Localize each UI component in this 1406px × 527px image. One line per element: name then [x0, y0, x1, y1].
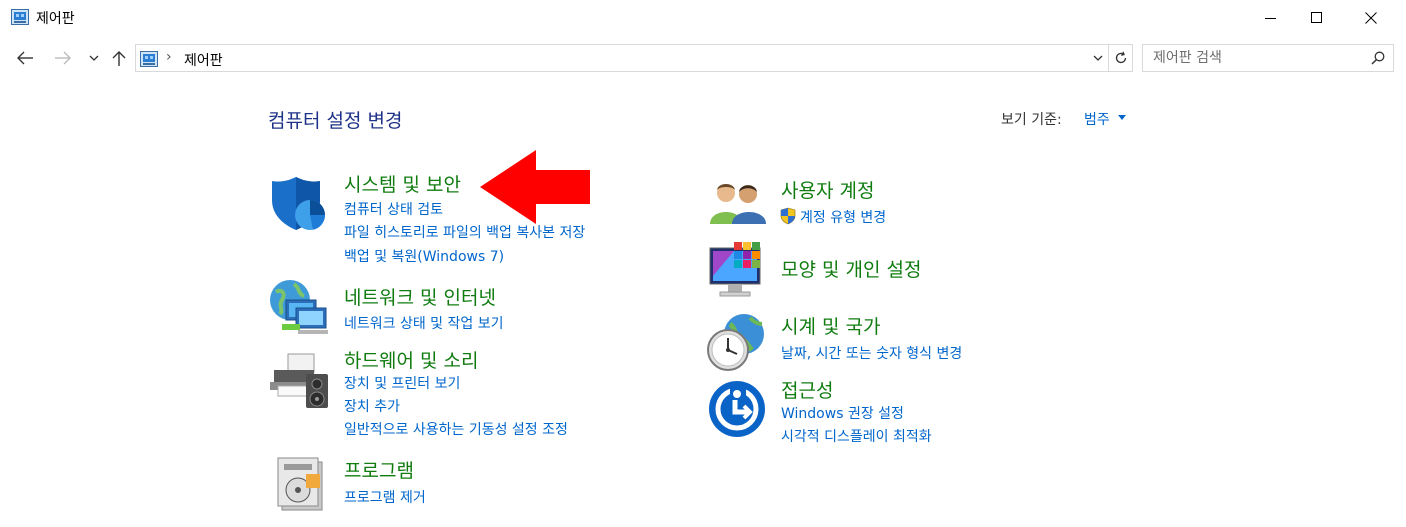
users-icon[interactable] [708, 178, 768, 226]
uac-shield-icon [780, 207, 796, 225]
category-title-system-security[interactable]: 시스템 및 보안 [344, 170, 461, 197]
network-icon[interactable] [268, 278, 330, 336]
breadcrumb-control-panel[interactable]: 제어판 [184, 50, 223, 70]
caret-down-icon[interactable] [1118, 115, 1126, 120]
search-icon[interactable] [1371, 51, 1385, 65]
refresh-icon [1115, 51, 1126, 64]
category-title-user-accounts[interactable]: 사용자 계정 [781, 176, 874, 203]
search-box[interactable] [1142, 44, 1394, 72]
display-icon[interactable] [708, 240, 768, 300]
maximize-icon [1311, 12, 1322, 23]
back-arrow-icon [17, 51, 33, 65]
maximize-button[interactable] [1294, 0, 1340, 36]
link-review-computer-status[interactable]: 컴퓨터 상태 검토 [344, 199, 443, 219]
search-input[interactable] [1143, 45, 1363, 71]
link-date-time-number-format[interactable]: 날짜, 시간 또는 숫자 형식 변경 [781, 343, 962, 363]
address-bar[interactable]: › 제어판 [135, 44, 1133, 72]
category-title-clock-region[interactable]: 시계 및 국가 [781, 312, 880, 339]
minimize-button[interactable] [1248, 0, 1294, 36]
link-optimize-visual-display[interactable]: 시각적 디스플레이 최적화 [781, 426, 932, 446]
title-bar: 제어판 [0, 0, 1406, 36]
printer-icon[interactable] [268, 352, 330, 410]
category-title-appearance-personalization[interactable]: 모양 및 개인 설정 [781, 255, 921, 282]
breadcrumb-separator-icon[interactable]: › [166, 49, 172, 65]
up-arrow-icon [112, 51, 126, 66]
link-mobility-settings[interactable]: 일반적으로 사용하는 기동성 설정 조정 [344, 419, 568, 439]
control-panel-icon [11, 9, 29, 25]
navigation-bar: › 제어판 [0, 42, 1406, 74]
link-change-account-type[interactable]: 계정 유형 변경 [800, 207, 886, 227]
link-add-device[interactable]: 장치 추가 [344, 396, 400, 416]
recent-locations-button[interactable] [86, 42, 102, 74]
category-title-hardware-sound[interactable]: 하드웨어 및 소리 [344, 346, 478, 373]
view-by-dropdown[interactable]: 범주 [1084, 109, 1110, 129]
chevron-down-icon [89, 55, 99, 61]
clock-globe-icon[interactable] [706, 312, 768, 372]
close-icon [1365, 12, 1377, 24]
red-arrow-icon [480, 150, 590, 224]
view-by-label: 보기 기준: [1001, 112, 1062, 128]
link-windows-recommended-settings[interactable]: Windows 권장 설정 [781, 403, 904, 423]
back-button[interactable] [12, 42, 38, 74]
category-title-programs[interactable]: 프로그램 [344, 456, 414, 483]
shield-icon[interactable] [270, 174, 330, 232]
chevron-down-icon [1093, 55, 1103, 61]
category-title-ease-of-access[interactable]: 접근성 [781, 376, 833, 403]
programs-icon[interactable] [274, 456, 328, 512]
forward-arrow-icon [55, 51, 71, 65]
minimize-icon [1265, 18, 1276, 19]
category-title-network-internet[interactable]: 네트워크 및 인터넷 [344, 283, 496, 310]
address-dropdown-button[interactable] [1088, 45, 1108, 71]
forward-button[interactable] [50, 42, 76, 74]
page-title: 컴퓨터 설정 변경 [268, 110, 403, 132]
close-button[interactable] [1348, 0, 1394, 36]
window-title: 제어판 [36, 11, 75, 27]
control-panel-icon [140, 51, 158, 67]
link-backup-restore-win7[interactable]: 백업 및 복원(Windows 7) [344, 246, 504, 266]
link-network-status-tasks[interactable]: 네트워크 상태 및 작업 보기 [344, 313, 503, 333]
refresh-button[interactable] [1109, 45, 1132, 71]
link-view-devices-printers[interactable]: 장치 및 프린터 보기 [344, 373, 460, 393]
up-button[interactable] [108, 42, 130, 74]
accessibility-icon[interactable] [708, 380, 766, 438]
link-uninstall-program[interactable]: 프로그램 제거 [344, 487, 426, 507]
